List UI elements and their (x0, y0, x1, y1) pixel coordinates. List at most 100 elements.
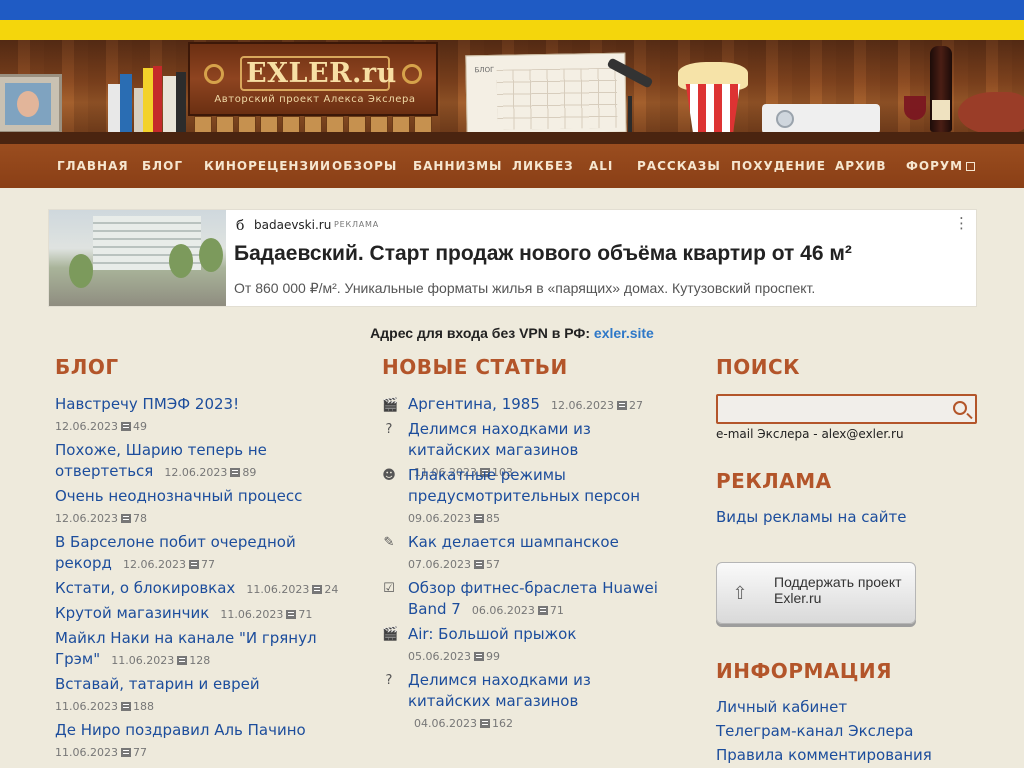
article-link[interactable]: Плакатные режимы предусмотрительных перс… (408, 466, 640, 505)
ad-image (49, 210, 226, 306)
nav-item-archive[interactable]: АРХИВ (835, 159, 887, 173)
nav-item-weight-loss[interactable]: ПОХУДЕНИЕ (731, 159, 826, 173)
blog-post-link[interactable]: Навстречу ПМЭФ 2023! (55, 395, 239, 413)
comments-count: 24 (324, 583, 339, 596)
support-label: Поддержать проект Exler.ru (774, 574, 902, 606)
ring-icon (204, 64, 224, 84)
film-icon: 🎬 (382, 627, 399, 642)
support-project-button[interactable]: ⇧ Поддержать проект Exler.ru (716, 562, 916, 624)
article-link[interactable]: Делимся находками из китайских магазинов (408, 420, 591, 459)
post-date: 11.06.2023 (111, 654, 175, 667)
nav-item-forum[interactable]: ФОРУМ (906, 159, 976, 173)
nav-item-reviews[interactable]: ОБЗОРЫ (332, 159, 397, 173)
comments-icon (286, 610, 297, 619)
author-photo (5, 83, 51, 125)
article-link[interactable]: Аргентина, 1985 (408, 395, 540, 413)
comments-icon (177, 656, 188, 665)
post-meta: 09.06.2023 85 (408, 512, 500, 525)
comments-count: 188 (132, 700, 154, 713)
nav-item-reviews-movies[interactable]: КИНОРЕЦЕНЗИИ (204, 159, 331, 173)
nav-item-likbez[interactable]: ЛИКБЕЗ (512, 159, 574, 173)
ad-tree (199, 238, 223, 272)
blog-post: Де Ниро поздравил Аль Пачино 11.06.2023 7… (55, 720, 345, 760)
nav-item-ali[interactable]: ALI (589, 159, 613, 173)
article-item: Плакатные режимы предусмотрительных перс… (408, 465, 658, 526)
ad-banner[interactable]: б badaevski.ru РЕКЛАМА ⋮ Бадаевский. Ста… (48, 209, 977, 307)
film-icon: 🎬 (382, 398, 399, 413)
post-date: 11.06.2023 (55, 700, 118, 713)
nav-item-bannisms[interactable]: БАННИЗМЫ (413, 159, 502, 173)
nav-item-home[interactable]: ГЛАВНАЯ (57, 159, 129, 173)
vpn-notice: Адрес для входа без VPN в РФ: exler.site (0, 325, 1024, 341)
search-icon[interactable] (953, 401, 967, 415)
post-meta: 11.06.2023 128 (111, 654, 210, 667)
comments-icon (120, 702, 131, 711)
comments-icon (537, 606, 548, 615)
article-item: Как делается шампанское 07.06.2023 57 (408, 532, 678, 572)
blog-post-link[interactable]: Де Ниро поздравил Аль Пачино (55, 721, 306, 739)
article-link[interactable]: Air: Большой прыжок (408, 625, 576, 643)
ad-title[interactable]: Бадаевский. Старт продаж нового объёма к… (234, 242, 852, 266)
external-link-icon (966, 162, 976, 171)
calendar-grid (496, 67, 618, 130)
ad-favicon-icon: б (236, 218, 245, 234)
article-link[interactable]: Как делается шампанское (408, 533, 619, 551)
post-date: 11.06.2023 (55, 746, 118, 759)
advertising-types-link[interactable]: Виды рекламы на сайте (716, 508, 906, 526)
blog-post-link[interactable]: Кстати, о блокировках (55, 579, 235, 597)
info-link-rules[interactable]: Правила комментирования (716, 746, 932, 764)
book (120, 74, 132, 132)
ad-tree (69, 254, 93, 288)
ad-description: От 860 000 ₽/м². Уникальные форматы жиль… (234, 280, 816, 296)
more-options-icon[interactable]: ⋮ (954, 214, 969, 232)
post-meta: 12.06.2023 89 (164, 466, 256, 479)
comments-count: 71 (298, 608, 313, 621)
flag-stripe-yellow (0, 20, 1024, 40)
microphone-stand (628, 96, 632, 132)
nav-item-blog[interactable]: БЛОГ (142, 159, 183, 173)
blog-post-link[interactable]: Вставай, татарин и еврей (55, 675, 260, 693)
author-face (17, 91, 39, 117)
comments-count: 99 (485, 650, 500, 663)
blog-post-link[interactable]: Крутой магазинчик (55, 604, 209, 622)
blog-post: Похоже, Шарию теперь не отвертеться 12.0… (55, 440, 345, 482)
comments-count: 57 (485, 558, 500, 571)
post-date: 12.06.2023 (55, 512, 118, 525)
post-date: 04.06.2023 (414, 717, 477, 730)
main-nav: ГЛАВНАЯ БЛОГ КИНОРЕЦЕНЗИИ ОБЗОРЫ БАННИЗМ… (0, 144, 1024, 188)
ad-label: РЕКЛАМА (334, 220, 380, 229)
info-link-cabinet[interactable]: Личный кабинет (716, 698, 847, 716)
comments-icon (230, 468, 241, 477)
wine-glass-icon (904, 96, 926, 120)
post-meta: 04.06.2023 162 (414, 717, 513, 730)
site-logo-sign[interactable]: EXLER.ru Авторский проект Алекса Экслера (188, 42, 438, 116)
flag-stripe-blue (0, 0, 1024, 20)
vpn-text: Адрес для входа без VPN в РФ: (370, 325, 591, 341)
vpn-link[interactable]: exler.site (594, 325, 654, 341)
info-link-telegram[interactable]: Телеграм-канал Экслера (716, 722, 913, 740)
nav-item-stories[interactable]: РАССКАЗЫ (637, 159, 721, 173)
comments-count: 77 (200, 558, 215, 571)
search-input[interactable] (716, 394, 977, 424)
shelf (0, 132, 1024, 144)
bottle-label (932, 100, 950, 120)
book (176, 72, 186, 132)
article-link[interactable]: Делимся находками из китайских магазинов (408, 671, 591, 710)
advertising-section-title: РЕКЛАМА (716, 469, 832, 493)
comments-count: 49 (132, 420, 147, 433)
post-meta: 12.06.2023 27 (551, 399, 643, 412)
smiley-icon: ☻ (382, 468, 396, 483)
information-section-title: ИНФОРМАЦИЯ (716, 659, 893, 683)
post-meta: 11.06.2023 77 (55, 746, 147, 759)
post-meta: 05.06.2023 99 (408, 650, 500, 663)
ring-icon (402, 64, 422, 84)
book (163, 76, 177, 132)
comments-icon (120, 514, 131, 523)
ham-icon (958, 92, 1024, 134)
blog-post-link[interactable]: Очень неоднозначный процесс (55, 487, 302, 505)
comments-icon (120, 422, 131, 431)
nav-item-forum-label: ФОРУМ (906, 159, 964, 173)
comments-icon (188, 560, 199, 569)
calendar-label: БЛОГ (474, 65, 495, 75)
blog-post: Вставай, татарин и еврей 11.06.2023 188 (55, 674, 345, 714)
